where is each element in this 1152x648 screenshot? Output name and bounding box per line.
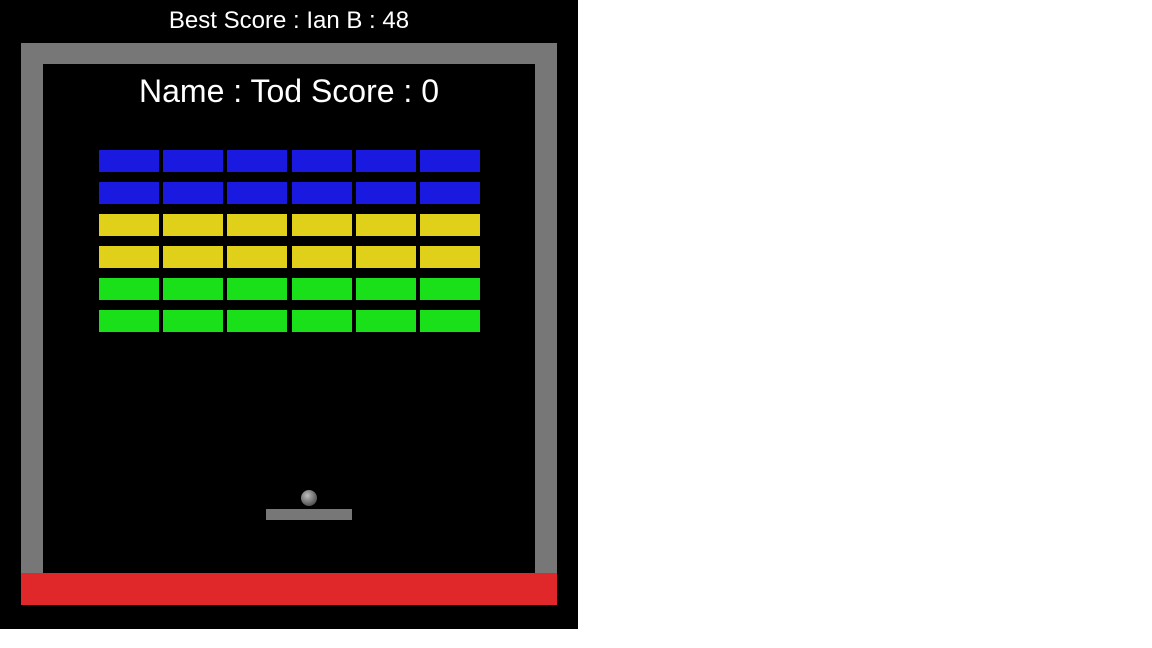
brick bbox=[163, 150, 223, 172]
brick bbox=[99, 310, 159, 332]
brick bbox=[163, 214, 223, 236]
brick bbox=[227, 246, 287, 268]
brick bbox=[292, 278, 352, 300]
brick bbox=[99, 246, 159, 268]
brick bbox=[292, 214, 352, 236]
brick bbox=[163, 182, 223, 204]
brick bbox=[356, 214, 416, 236]
best-score-label: Best Score : Ian B : 48 bbox=[168, 7, 410, 34]
brick bbox=[420, 214, 480, 236]
brick bbox=[292, 310, 352, 332]
brick bbox=[292, 246, 352, 268]
brick bbox=[356, 310, 416, 332]
brick bbox=[227, 310, 287, 332]
brick bbox=[99, 150, 159, 172]
brick bbox=[227, 278, 287, 300]
brick bbox=[292, 182, 352, 204]
brick bbox=[356, 278, 416, 300]
brick bbox=[99, 278, 159, 300]
brick bbox=[99, 214, 159, 236]
game-window: Best Score : Ian B : 48 Name : Tod Score… bbox=[0, 0, 578, 629]
brick bbox=[420, 278, 480, 300]
brick bbox=[163, 278, 223, 300]
brick bbox=[99, 182, 159, 204]
brick bbox=[227, 150, 287, 172]
player-score-label: Name : Tod Score : 0 bbox=[139, 73, 439, 109]
brick bbox=[163, 310, 223, 332]
ball bbox=[301, 490, 317, 506]
paddle[interactable] bbox=[266, 509, 352, 520]
brick bbox=[227, 182, 287, 204]
brick bbox=[356, 150, 416, 172]
brick bbox=[420, 150, 480, 172]
brick bbox=[292, 150, 352, 172]
brick bbox=[420, 310, 480, 332]
brick bbox=[420, 246, 480, 268]
brick bbox=[163, 246, 223, 268]
brick bbox=[356, 246, 416, 268]
floor-hazard bbox=[21, 573, 557, 605]
brick bbox=[356, 182, 416, 204]
brick bbox=[227, 214, 287, 236]
brick bbox=[420, 182, 480, 204]
